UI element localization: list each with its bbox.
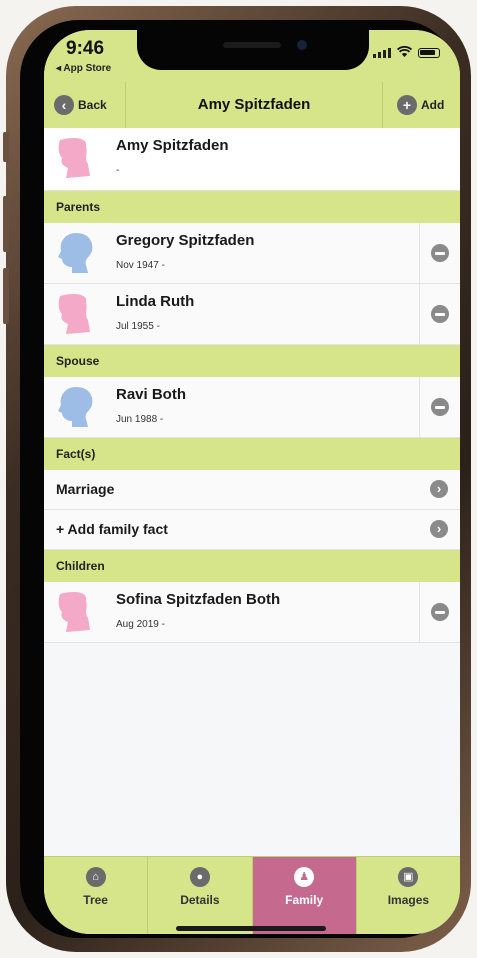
family-content: Amy Spitzfaden - Parents Gregory Spitzfa… <box>44 128 460 643</box>
family-icon: ♟ <box>294 867 315 887</box>
chevron-right-icon: › <box>430 520 448 538</box>
tab-bar: ⌂ Tree ● Details ♟ Family ▣ Images <box>44 856 460 934</box>
female-silhouette-icon <box>58 138 90 178</box>
tab-images[interactable]: ▣ Images <box>357 857 460 934</box>
remove-parent-button[interactable] <box>419 223 460 283</box>
minus-circle-icon <box>431 398 449 416</box>
tab-label: Tree <box>83 893 108 907</box>
section-header-parents: Parents <box>44 191 460 223</box>
home-icon: ⌂ <box>85 867 106 887</box>
female-silhouette-icon <box>58 592 90 632</box>
tab-label: Family <box>285 893 324 907</box>
tab-details[interactable]: ● Details <box>148 857 253 934</box>
child-row[interactable]: Sofina Spitzfaden Both Aug 2019 - <box>44 582 460 643</box>
wifi-icon <box>396 45 413 58</box>
back-arrow-icon: ‹ <box>54 95 74 115</box>
status-time: 9:46 <box>66 38 105 59</box>
add-button[interactable]: + Add <box>382 82 460 128</box>
minus-circle-icon <box>431 244 449 262</box>
back-label: Back <box>78 98 107 112</box>
cellular-signal-icon <box>373 48 391 58</box>
person-name: Linda Ruth <box>116 293 195 310</box>
male-silhouette-icon <box>58 387 93 427</box>
page-title: Amy Spitzfaden <box>197 96 311 113</box>
navigation-bar: ‹ Back Amy Spitzfaden + Add <box>44 82 460 129</box>
section-header-facts: Fact(s) <box>44 438 460 470</box>
person-icon: ● <box>189 867 210 887</box>
fact-row-marriage[interactable]: Marriage › <box>44 470 460 510</box>
status-icons <box>373 45 440 58</box>
camera-icon: ▣ <box>398 867 419 887</box>
home-indicator[interactable] <box>176 926 326 931</box>
person-name: Ravi Both <box>116 386 187 403</box>
tab-family[interactable]: ♟ Family <box>252 857 357 934</box>
remove-spouse-button[interactable] <box>419 377 460 437</box>
parent-row[interactable]: Gregory Spitzfaden Nov 1947 - <box>44 223 460 284</box>
app-screen: 9:46 ◂ App Store ‹ Back Amy Spitzfaden +… <box>44 30 460 934</box>
person-name: Gregory Spitzfaden <box>116 232 255 249</box>
spouse-row[interactable]: Ravi Both Jun 1988 - <box>44 377 460 438</box>
battery-icon <box>418 48 440 58</box>
back-button[interactable]: ‹ Back <box>44 82 126 128</box>
fact-label: Marriage <box>56 481 115 497</box>
mute-switch <box>3 132 9 162</box>
person-name: Amy Spitzfaden <box>116 137 229 154</box>
minus-circle-icon <box>431 305 449 323</box>
tab-tree[interactable]: ⌂ Tree <box>44 857 149 934</box>
person-dates: - <box>116 165 120 176</box>
section-header-spouse: Spouse <box>44 345 460 377</box>
volume-down-button <box>3 268 9 324</box>
female-silhouette-icon <box>58 294 90 334</box>
person-dates: Jun 1988 - <box>116 414 164 425</box>
person-name: Sofina Spitzfaden Both <box>116 591 281 608</box>
minus-circle-icon <box>431 603 449 621</box>
notch <box>137 30 369 70</box>
person-dates: Nov 1947 - <box>116 260 165 271</box>
main-person-row[interactable]: Amy Spitzfaden - <box>44 128 460 191</box>
volume-up-button <box>3 196 9 252</box>
person-dates: Jul 1955 - <box>116 321 160 332</box>
parent-row[interactable]: Linda Ruth Jul 1955 - <box>44 284 460 345</box>
remove-parent-button[interactable] <box>419 284 460 344</box>
person-dates: Aug 2019 - <box>116 619 165 630</box>
fact-label: + Add family fact <box>56 521 168 537</box>
remove-child-button[interactable] <box>419 582 460 642</box>
add-family-fact-row[interactable]: + Add family fact › <box>44 510 460 550</box>
add-label: Add <box>421 98 445 112</box>
tab-label: Details <box>180 893 220 907</box>
chevron-right-icon: › <box>430 480 448 498</box>
tab-label: Images <box>387 893 430 907</box>
back-to-app-store-link[interactable]: ◂ App Store <box>56 63 111 74</box>
front-camera <box>297 40 307 50</box>
male-silhouette-icon <box>58 233 93 273</box>
plus-icon: + <box>397 95 417 115</box>
speaker <box>223 42 281 48</box>
section-header-children: Children <box>44 550 460 582</box>
